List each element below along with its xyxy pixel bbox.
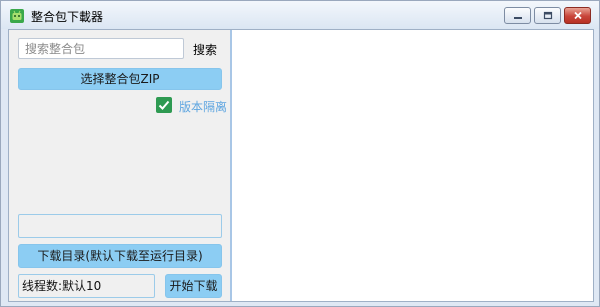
close-button[interactable] [564,7,591,24]
status-field[interactable] [18,214,222,238]
thread-count-field[interactable]: 线程数:默认10 [18,274,155,298]
android-icon [10,9,24,23]
window-title: 整合包下載器 [31,10,104,24]
client-area: 搜索整合包 搜索 选择整合包ZIP 版本隔离 下载目录(默认下载至运行目录) 线… [8,29,594,302]
version-isolation-checkbox[interactable] [156,97,172,113]
checkmark-icon [158,100,170,110]
download-directory-button[interactable]: 下载目录(默认下载至运行目录) [18,244,222,268]
output-panel [232,30,593,301]
maximize-icon [543,11,552,20]
close-icon [573,11,582,20]
minimize-icon [513,16,522,19]
search-label[interactable]: 搜索 [193,41,217,58]
start-download-button[interactable]: 开始下载 [165,274,222,298]
minimize-button[interactable] [504,7,531,24]
select-zip-button[interactable]: 选择整合包ZIP [18,68,222,90]
app-window: 整合包下載器 搜索整合包 搜索 选择整合包ZIP 版本隔离 下载目录(默认下载至… [0,0,600,307]
search-input[interactable]: 搜索整合包 [18,38,184,59]
version-isolation-label[interactable]: 版本隔离 [179,98,227,115]
maximize-button[interactable] [534,7,561,24]
left-panel: 搜索整合包 搜索 选择整合包ZIP 版本隔离 下载目录(默认下载至运行目录) 线… [9,30,230,301]
title-bar[interactable]: 整合包下載器 [1,1,599,29]
